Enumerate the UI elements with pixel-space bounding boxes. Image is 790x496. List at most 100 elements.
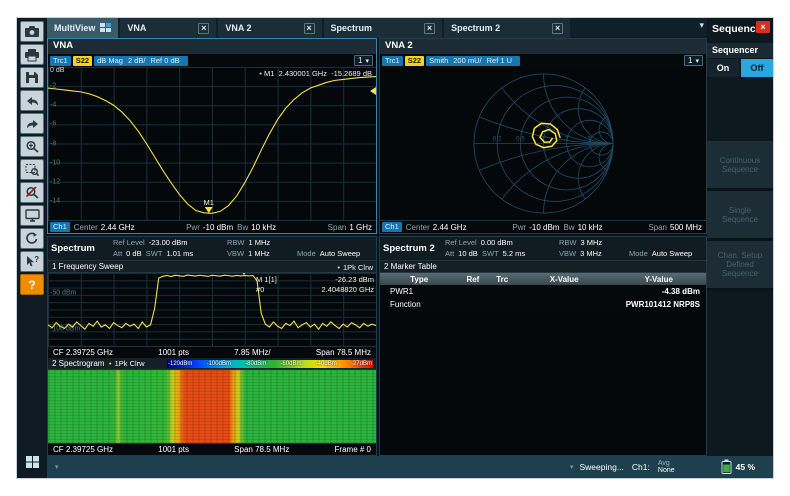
rbw-field[interactable]: RBW1 MHz [227,238,291,249]
close-tab-icon[interactable]: × [304,23,315,34]
marker-table-window-title[interactable]: 2 Marker Table [380,261,706,273]
marker-triangle-icon [205,207,213,213]
sequencer-sidebar: Sequencer × Sequencer On Off Continuous … [707,18,773,456]
status-channel: Ch1: [632,462,650,472]
tab-vna2[interactable]: VNA 2 × [218,18,321,38]
status-average: Avg None [658,460,675,474]
zoom-selection-button[interactable] [20,159,44,180]
frequency-sweep-window-title[interactable]: 1 Frequency Sweep •1Pk Clrw [48,261,376,273]
marker-table-row[interactable]: PWR1 -4.38 dBm [380,285,706,298]
spectrogram-body[interactable] [48,370,376,443]
refresh-icon [25,232,39,245]
mode-field[interactable]: ModeAuto Sweep [629,249,707,260]
rbw-field[interactable]: RBW3 MHz [559,238,623,249]
refresh-button[interactable] [20,228,44,249]
sequencer-softkeys: Continuous Sequence Single Sequence Chan… [707,141,773,291]
vna-graph[interactable]: 0 dB-2-4-6-8-10-12-14 • M1 2.430001 GHz … [48,67,376,220]
spectrum2-title[interactable]: Spectrum 2 [383,243,439,254]
spectrum-marker-row-1: M 1[1]-26.23 dBm [256,275,374,284]
close-tab-icon[interactable]: × [424,23,435,34]
display-button[interactable] [20,205,44,226]
mode-field[interactable]: ModeAuto Sweep [297,249,377,260]
spectrum-span[interactable]: Span 78.5 MHz [316,348,371,357]
vna2-span-field[interactable]: Span500 MHz [648,223,702,232]
zoom-off-button[interactable] [20,182,44,203]
context-help-button[interactable]: ? [20,251,44,272]
print-button[interactable] [20,44,44,65]
vna-trace-format-chip[interactable]: dB Mag2 dB/Ref 0 dB [94,56,188,66]
spectrum-graph[interactable]: -50 dBm-100 dBm M 1[1]-26.23 dBm #02.404… [48,273,376,346]
vna2-window-select[interactable]: 1▾ [684,55,703,66]
chevron-down-icon: ▾ [695,58,699,65]
vna-trace-name-chip[interactable]: Trc1 [50,56,71,66]
spectrogram-frame[interactable]: Frame # 0 [335,445,371,454]
vna-trace-param-chip[interactable]: S22 [73,56,92,66]
sequencer-on-button[interactable]: On [707,59,739,77]
vna-center-field[interactable]: Center2.44 GHz [74,223,135,232]
spectrum-panel: Spectrum Ref Level-23.00 dBm RBW1 MHz At… [47,236,377,456]
ref-level-field[interactable]: Ref Level-23.00 dBm [113,238,221,249]
status-bar: ▾ ▾ Sweeping... Ch1: Avg None 45 % [47,456,773,478]
statusbar-caret[interactable]: ▾ [570,463,574,471]
svg-text:?: ? [34,255,39,264]
spectrogram-cf[interactable]: CF 2.39725 GHz [53,445,113,454]
spectrum-cf[interactable]: CF 2.39725 GHz [53,348,113,357]
statusbar-left-caret[interactable]: ▾ [55,463,59,471]
continuous-sequence-softkey[interactable]: Continuous Sequence [707,141,773,191]
svg-text:0.5: 0.5 [515,136,524,143]
vna2-panel-title[interactable]: VNA 2 [380,39,706,54]
vna2-trace-param-chip[interactable]: S22 [405,56,424,66]
marker-table-row[interactable]: Function PWR101412 NRP8S [380,298,706,311]
save-button[interactable] [20,67,44,88]
vna-window-select[interactable]: 1▾ [354,55,373,66]
zoom-selection-icon [25,163,39,176]
vna-span-field[interactable]: Span1 GHz [328,223,372,232]
vna-ch1-chip[interactable]: Ch1 [50,222,70,232]
help-button[interactable]: ? [20,274,44,295]
close-icon: × [760,22,765,32]
save-icon [25,71,39,84]
vbw-field[interactable]: VBW3 MHz [559,249,623,260]
redo-button[interactable] [20,113,44,134]
screenshot-camera-button[interactable] [20,21,44,42]
close-tab-icon[interactable]: × [198,23,209,34]
vna2-ch1-chip[interactable]: Ch1 [382,222,402,232]
tab-spectrum2[interactable]: Spectrum 2 × [444,18,570,38]
vna2-center-field[interactable]: Center2.44 GHz [406,223,467,232]
vna-panel-title[interactable]: VNA [48,39,376,54]
vna2-bandwidth-field[interactable]: Bw10 kHz [563,223,602,232]
spectrogram-span[interactable]: Span 78.5 MHz [234,445,289,454]
att-swt-field[interactable]: Att10 dB SWT5.2 ms [445,249,553,260]
vna-bandwidth-field[interactable]: Bw10 kHz [237,223,276,232]
color-scale-labels: -120dBm-100dBm-80dBm-60dBm-40dBm-27dBm [166,359,374,369]
tab-spectrum[interactable]: Spectrum × [324,18,443,38]
windows-start-button[interactable] [20,454,44,474]
vna-marker-m1[interactable]: M1 [204,199,214,213]
tab-multiview[interactable]: MultiView [47,18,118,38]
help-icon: ? [28,278,35,292]
vna2-trace-name-chip[interactable]: Trc1 [382,56,403,66]
ref-level-field[interactable]: Ref Level0.00 dBm [445,238,553,249]
close-sequencer-button[interactable]: × [756,21,770,33]
tab-overflow-caret[interactable]: ▾ [699,20,704,31]
vbw-field[interactable]: VBW1 MHz [227,249,291,260]
spectrum-marker-m1[interactable] [240,273,248,275]
undo-button[interactable] [20,90,44,111]
vna2-graph[interactable]: 0.20.5125 [380,67,706,220]
zoom-off-icon [25,186,39,199]
vna-power-field[interactable]: Pwr-10 dBm [186,223,233,232]
spectrogram-window-title[interactable]: 2 Spectrogram •1Pk Clrw -120dBm-100dBm-8… [48,358,376,370]
tab-vna[interactable]: VNA × [120,18,216,38]
vna2-power-field[interactable]: Pwr-10 dBm [512,223,559,232]
vna2-trace-format-chip[interactable]: Smith200 mU/Ref 1 U [426,56,520,66]
sequencer-off-button[interactable]: Off [741,59,773,77]
spectrogram-footer: CF 2.39725 GHz 1001 pts Span 78.5 MHz Fr… [48,443,376,455]
single-sequence-softkey[interactable]: Single Sequence [707,191,773,241]
svg-text:2: 2 [564,136,568,143]
spectrum-title[interactable]: Spectrum [51,243,107,254]
close-tab-icon[interactable]: × [552,23,563,34]
chan-setup-defined-sequence-softkey[interactable]: Chan. Setup Defined Sequence [707,241,773,291]
zoom-in-button[interactable] [20,136,44,157]
att-swt-field[interactable]: Att0 dB SWT1.01 ms [113,249,221,260]
screenshot-stage: ? ? MultiView VNA × VNA 2 × Spectrum × S… [0,0,790,496]
